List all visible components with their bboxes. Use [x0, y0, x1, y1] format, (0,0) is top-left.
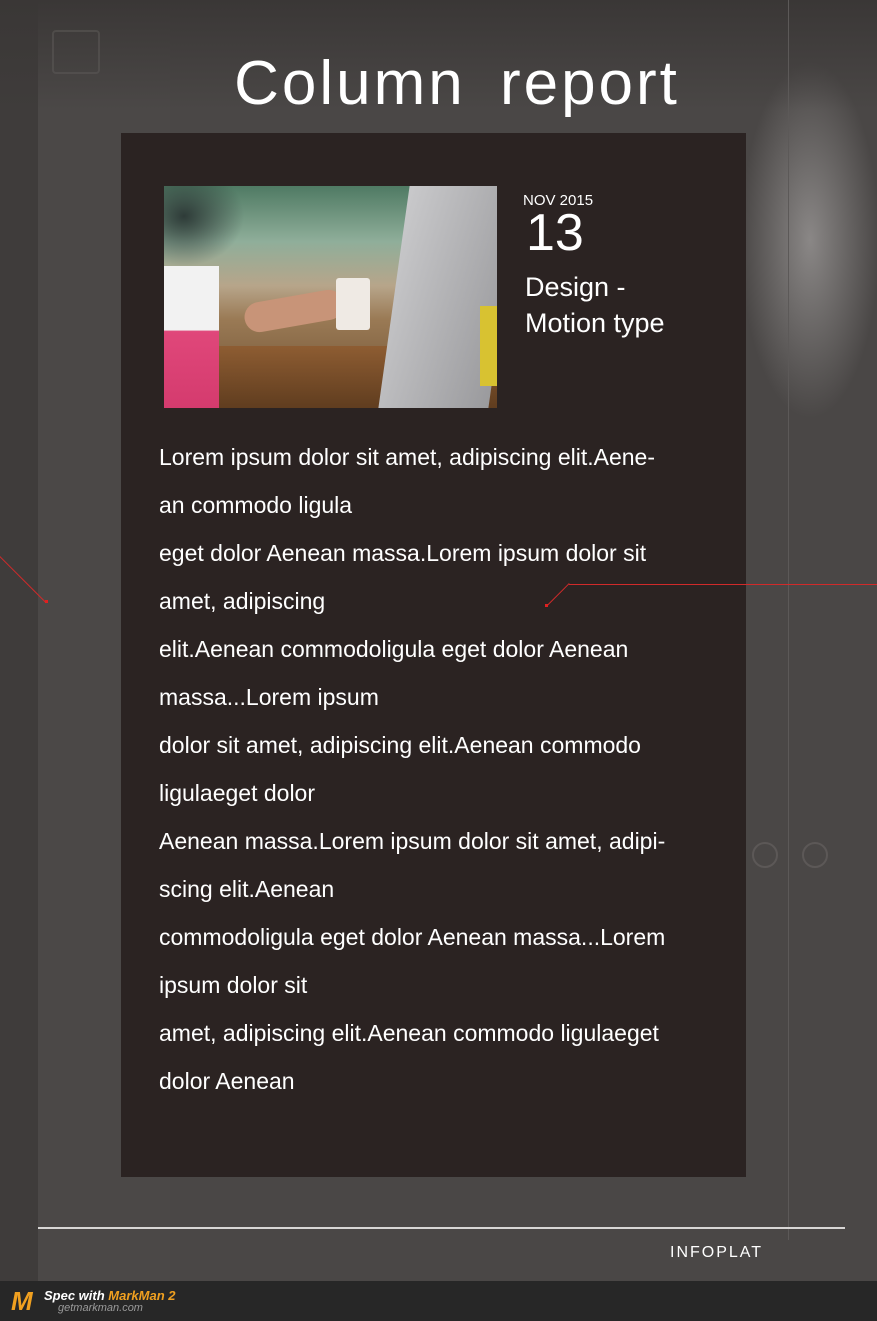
markman-logo-icon: M — [11, 1286, 33, 1316]
article-body-line: ligulaeget dolor — [159, 780, 316, 806]
annotation-marker-left — [45, 600, 48, 603]
article-body-line: Aenean massa.Lorem ipsum dolor sit amet,… — [159, 828, 666, 854]
markman-product: MarkMan 2 — [108, 1288, 176, 1303]
article-day: 13 — [526, 204, 584, 262]
article-category-line: Motion type — [525, 308, 665, 338]
article-category-line: Design - — [525, 272, 626, 302]
article-body-line: Lorem ipsum dolor sit amet, adipiscing e… — [159, 444, 656, 470]
footer-brand: INFOPLAT — [670, 1244, 764, 1261]
markman-label[interactable]: Spec with MarkMan 2 — [44, 1288, 176, 1303]
article-body-line: dolor Aenean — [159, 1068, 295, 1094]
article-body-line: dolor sit amet, adipiscing elit.Aenean c… — [159, 732, 641, 758]
next-arrow-icon — [802, 842, 828, 868]
prev-arrow-icon — [752, 842, 778, 868]
photo-cup — [336, 278, 370, 330]
article-body-line: eget dolor Aenean massa.Lorem ipsum dolo… — [159, 540, 647, 566]
photo-bottle — [164, 266, 219, 408]
page-title: Column report — [234, 49, 680, 118]
annotation-marker-right — [545, 604, 548, 607]
markman-site-link[interactable]: getmarkman.com — [58, 1302, 143, 1314]
annotation-line-right — [569, 584, 877, 585]
markman-spec-prefix: Spec with — [44, 1288, 109, 1303]
article-card: NOV 2015 13 Design - Motion type Lorem ip… — [121, 133, 746, 1177]
article-body-line: ipsum dolor sit — [159, 972, 308, 998]
background-left-panel — [0, 0, 38, 1281]
article-body-line: amet, adipiscing elit.Aenean commodo lig… — [159, 1020, 659, 1046]
article-body-line: massa...Lorem ipsum — [159, 684, 379, 710]
article-body: Lorem ipsum dolor sit amet, adipiscing e… — [159, 433, 719, 1105]
article-body-line: an commodo ligula — [159, 492, 353, 518]
photo-yellow-object — [480, 306, 497, 386]
background-divider-line — [788, 0, 789, 1240]
article-photo — [164, 186, 497, 408]
article-category: Design - Motion type — [525, 269, 725, 341]
photo-arm — [242, 287, 346, 335]
article-body-line: commodoligula eget dolor Aenean massa...… — [159, 924, 666, 950]
article-body-line: elit.Aenean commodoligula eget dolor Aen… — [159, 636, 629, 662]
footer-divider — [38, 1227, 845, 1229]
article-body-line: scing elit.Aenean — [159, 876, 335, 902]
